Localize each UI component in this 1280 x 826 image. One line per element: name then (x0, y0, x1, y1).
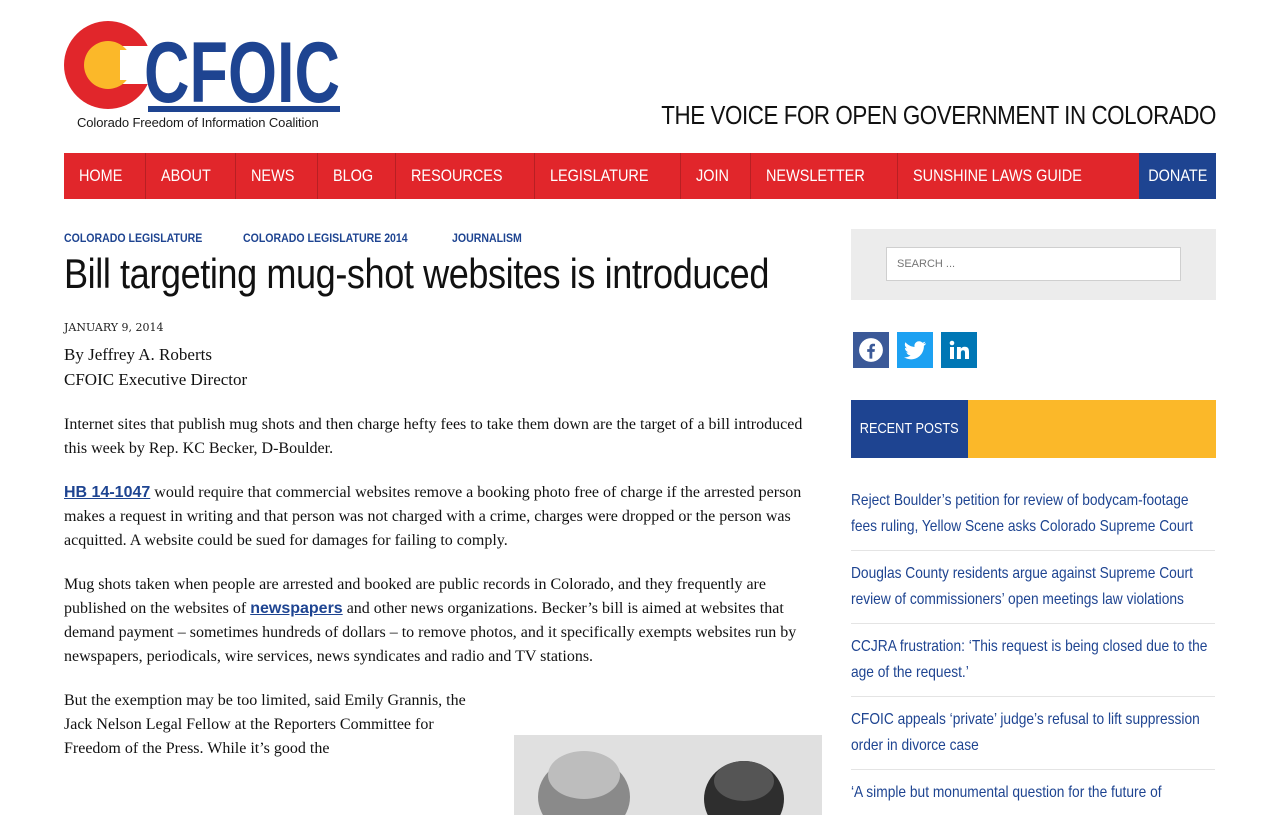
article-categories: COLORADO LEGISLATURE COLORADO LEGISLATUR… (64, 231, 554, 245)
article-body: By Jeffrey A. Roberts CFOIC Executive Di… (64, 343, 822, 781)
twitter-icon (904, 341, 927, 360)
site-logo[interactable]: CFOIC Colorado Freedom of Information Co… (64, 20, 344, 135)
category-link[interactable]: COLORADO LEGISLATURE (64, 231, 202, 245)
list-item: Douglas County residents argue against S… (851, 561, 1215, 624)
nav-about[interactable]: ABOUT (146, 153, 236, 199)
linkedin-icon (949, 340, 969, 359)
facebook-share-button[interactable] (853, 332, 889, 368)
recent-post-link[interactable]: CFOIC appeals ‘private’ judge’s refusal … (851, 707, 1214, 759)
list-item: CFOIC appeals ‘private’ judge’s refusal … (851, 707, 1215, 770)
recent-posts-label: RECENT POSTS (851, 400, 968, 458)
donate-button[interactable]: DONATE (1139, 153, 1216, 199)
photo-image (514, 735, 822, 815)
nav-sunshine-laws-guide[interactable]: SUNSHINE LAWS GUIDE (898, 153, 1127, 199)
twitter-share-button[interactable] (897, 332, 933, 368)
nav-resources[interactable]: RESOURCES (396, 153, 535, 199)
cfoic-logo-mark: CFOIC (64, 21, 340, 115)
byline-author: By Jeffrey A. Roberts (64, 345, 212, 364)
list-item: ‘A simple but monumental question for th… (851, 780, 1215, 816)
category-link[interactable]: COLORADO LEGISLATURE 2014 (243, 231, 408, 245)
facebook-icon (859, 338, 883, 362)
article-date: JANUARY 9, 2014 (64, 321, 164, 334)
search-widget (851, 229, 1216, 300)
mugshot-photo (514, 735, 822, 815)
nav-news[interactable]: NEWS (236, 153, 318, 199)
category-link[interactable]: JOURNALISM (452, 231, 522, 245)
recent-posts-header: RECENT POSTS (851, 400, 1216, 458)
nav-newsletter[interactable]: NEWSLETTER (751, 153, 899, 199)
recent-posts-list: Reject Boulder’s petition for review of … (851, 488, 1215, 826)
social-links (853, 332, 977, 368)
byline: By Jeffrey A. Roberts CFOIC Executive Di… (64, 343, 822, 393)
newspapers-link[interactable]: newspapers (250, 600, 342, 617)
recent-post-link[interactable]: CCJRA frustration: ‘This request is bein… (851, 634, 1214, 686)
search-input[interactable] (886, 247, 1181, 281)
paragraph: Internet sites that publish mug shots an… (64, 416, 803, 457)
nav-home[interactable]: HOME (64, 153, 146, 199)
main-nav: HOME ABOUT NEWS BLOG RESOURCES LEGISLATU… (64, 153, 1216, 199)
logo-wordmark: CFOIC (144, 25, 340, 115)
list-item: CCJRA frustration: ‘This request is bein… (851, 634, 1215, 697)
site-tagline: THE VOICE FOR OPEN GOVERNMENT IN COLORAD… (661, 100, 1216, 130)
article-title: Bill targeting mug-shot websites is intr… (64, 250, 769, 297)
paragraph: But the exemption may be too limited, sa… (64, 692, 466, 757)
paragraph: Mug shots taken when people are arrested… (64, 573, 822, 669)
logo-subtitle: Colorado Freedom of Information Coalitio… (77, 115, 319, 130)
recent-post-link[interactable]: ‘A simple but monumental question for th… (851, 780, 1214, 806)
recent-post-link[interactable]: Douglas County residents argue against S… (851, 561, 1214, 613)
paragraph: HB 14-1047 would require that commercial… (64, 481, 822, 553)
bill-link[interactable]: HB 14-1047 (64, 484, 150, 501)
recent-post-link[interactable]: Reject Boulder’s petition for review of … (851, 488, 1214, 540)
list-item: Reject Boulder’s petition for review of … (851, 488, 1215, 551)
byline-role: CFOIC Executive Director (64, 370, 248, 389)
nav-legislature[interactable]: LEGISLATURE (535, 153, 682, 199)
linkedin-share-button[interactable] (941, 332, 977, 368)
paragraph-text: would require that commercial websites r… (64, 484, 802, 549)
nav-blog[interactable]: BLOG (318, 153, 396, 199)
nav-join[interactable]: JOIN (681, 153, 752, 199)
